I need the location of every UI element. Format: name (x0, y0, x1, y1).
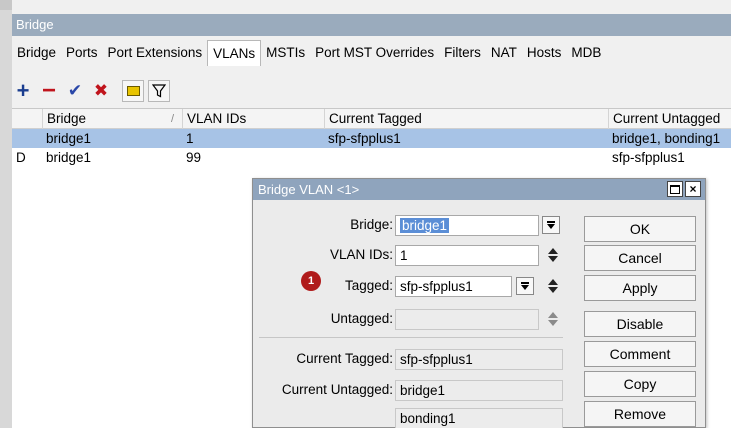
filter-button[interactable] (148, 80, 170, 102)
bridge-label: Bridge: (350, 217, 393, 232)
tab-port-extensions[interactable]: Port Extensions (103, 40, 208, 66)
bridge-field[interactable]: bridge1 (395, 215, 539, 236)
tab-port-mst-overrides[interactable]: Port MST Overrides (310, 40, 439, 66)
table-row[interactable]: D bridge1 99 sfp-sfpplus1 (12, 148, 731, 167)
filter-icon (152, 84, 166, 98)
column-header-current-tagged[interactable]: Current Tagged (324, 109, 608, 129)
column-header-bridge[interactable]: Bridge (42, 109, 182, 129)
cell-vlan-ids: 1 (186, 131, 194, 146)
x-icon: ✖ (93, 81, 109, 100)
table-header: Bridge / VLAN IDs Current Tagged Current… (12, 109, 731, 129)
column-header-vlan-ids[interactable]: VLAN IDs (182, 109, 324, 129)
bridge-dropdown-button[interactable] (542, 216, 560, 234)
current-untagged-value-2: bonding1 (395, 408, 563, 428)
window-left-edge-top (0, 0, 12, 10)
untagged-label: Untagged: (330, 311, 393, 326)
check-icon: ✔ (67, 81, 83, 100)
bridge-vlan-dialog: Bridge VLAN <1> × Bridge: bridge1 VLAN I… (252, 178, 706, 428)
tagged-field[interactable]: sfp-sfpplus1 (395, 276, 512, 297)
untagged-updown-icon[interactable] (547, 310, 559, 328)
copy-button[interactable]: Copy (584, 371, 696, 397)
comment-button[interactable]: Comment (584, 341, 696, 367)
cell-current-untagged: bridge1, bonding1 (612, 131, 721, 146)
dialog-separator (259, 337, 563, 338)
cell-current-tagged: sfp-sfpplus1 (328, 131, 401, 146)
tab-bridge[interactable]: Bridge (12, 40, 61, 66)
sort-indicator: / (171, 113, 175, 125)
ok-button[interactable]: OK (584, 216, 696, 242)
dialog-window-controls: × (667, 181, 701, 197)
tab-filters[interactable]: Filters (439, 40, 486, 66)
tagged-updown-icon[interactable] (547, 277, 559, 295)
chevron-down-icon (521, 285, 529, 290)
tab-mstis[interactable]: MSTIs (261, 40, 310, 66)
vlan-ids-updown-icon[interactable] (547, 246, 559, 264)
current-tagged-field: sfp-sfpplus1 (395, 349, 563, 370)
window-title: Bridge (12, 14, 731, 36)
close-button[interactable]: × (685, 181, 701, 197)
tab-vlans[interactable]: VLANs (207, 40, 262, 66)
add-button[interactable]: + (12, 80, 34, 102)
vlan-ids-field[interactable]: 1 (395, 245, 539, 266)
tab-ports[interactable]: Ports (61, 40, 103, 66)
comment-button[interactable] (122, 80, 144, 102)
tab-hosts[interactable]: Hosts (522, 40, 567, 66)
disable-button[interactable]: Disable (584, 311, 696, 337)
disable-button[interactable]: ✖ (90, 80, 112, 102)
dropdown-bar (521, 282, 529, 284)
dialog-title: Bridge VLAN <1> (258, 182, 360, 197)
untagged-field[interactable] (395, 309, 539, 330)
tab-bar: Bridge Ports Port Extensions VLANs MSTIs… (12, 40, 606, 66)
apply-button[interactable]: Apply (584, 275, 696, 301)
current-tagged-label: Current Tagged: (296, 351, 393, 366)
remove-button[interactable]: − (38, 77, 60, 104)
vlan-ids-label: VLAN IDs: (329, 247, 393, 262)
callout-badge: 1 (301, 271, 321, 291)
comment-icon (126, 86, 140, 96)
cell-vlan-ids: 99 (186, 150, 202, 165)
bridge-value: bridge1 (400, 218, 450, 233)
current-untagged-value-1: bridge1 (395, 380, 563, 401)
plus-icon: + (16, 78, 30, 103)
dialog-title-bar[interactable]: Bridge VLAN <1> × (253, 179, 705, 200)
maximize-icon (670, 184, 680, 194)
maximize-button[interactable] (667, 181, 683, 197)
row-flag: D (16, 150, 26, 165)
chevron-down-icon (547, 224, 555, 229)
column-header-current-untagged[interactable]: Current Untagged (608, 109, 731, 129)
window-left-edge (0, 0, 12, 428)
cancel-button[interactable]: Cancel (584, 245, 696, 271)
close-icon: × (689, 182, 697, 196)
cell-current-tagged (324, 148, 608, 167)
tagged-label: Tagged: (344, 278, 393, 293)
table-row[interactable]: bridge1 1 sfp-sfpplus1 bridge1, bonding1 (12, 129, 731, 148)
tab-nat[interactable]: NAT (486, 40, 522, 66)
enable-button[interactable]: ✔ (64, 80, 86, 102)
current-untagged-label: Current Untagged: (281, 382, 393, 397)
flag-column-header (12, 109, 42, 129)
cell-current-untagged: sfp-sfpplus1 (612, 150, 685, 165)
tab-mdb[interactable]: MDB (566, 40, 606, 66)
cell-bridge: bridge1 (46, 150, 92, 165)
dropdown-bar (547, 221, 555, 223)
remove-button[interactable]: Remove (584, 401, 696, 427)
minus-icon: − (41, 77, 56, 104)
toolbar: + − ✔ ✖ (12, 78, 170, 104)
tagged-dropdown-button[interactable] (516, 277, 534, 295)
row-flag (12, 129, 42, 148)
cell-bridge: bridge1 (46, 131, 92, 146)
